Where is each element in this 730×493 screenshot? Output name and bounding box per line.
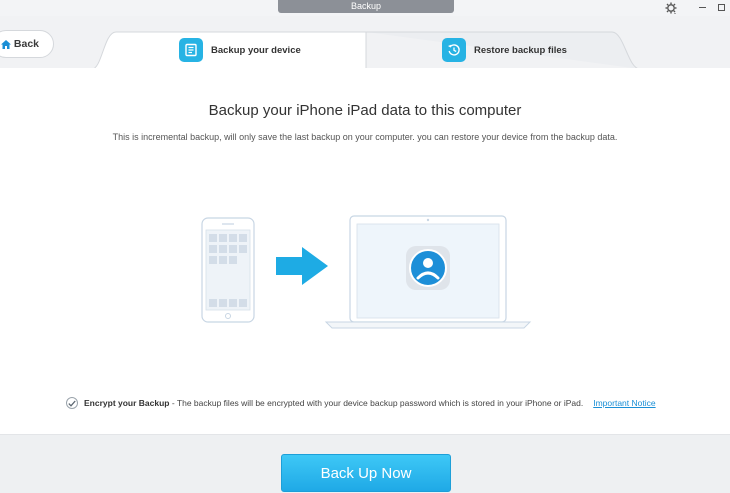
backup-doc-icon <box>179 38 203 62</box>
page-description: This is incremental backup, will only sa… <box>112 132 618 142</box>
encrypt-checkbox[interactable] <box>66 397 78 409</box>
checkmark-icon <box>68 400 76 407</box>
back-label: Back <box>13 38 39 50</box>
back-up-now-button[interactable]: Back Up Now <box>281 454 451 492</box>
transfer-arrow-icon <box>276 247 328 285</box>
title-bar: Backup <box>0 0 730 16</box>
main-panel: Backup your iPhone iPad data to this com… <box>0 68 730 434</box>
back-button[interactable]: Back <box>0 30 54 58</box>
restore-clock-icon <box>442 38 466 62</box>
page-heading: Backup your iPhone iPad data to this com… <box>208 102 522 119</box>
maximize-icon <box>717 4 725 11</box>
tab-backup-label: Backup your device <box>211 44 301 56</box>
minimize-icon <box>698 7 706 8</box>
tab-restore-label: Restore backup files <box>474 44 567 56</box>
encrypt-description: - The backup files will be encrypted wit… <box>169 398 584 408</box>
settings-gear-icon[interactable] <box>664 1 678 14</box>
maximize-button[interactable] <box>714 1 728 14</box>
minimize-button[interactable] <box>695 1 709 14</box>
footer-bar: Back Up Now <box>0 434 730 493</box>
window-title: Backup <box>278 0 454 13</box>
tab-restore-files[interactable]: Restore backup files <box>442 32 567 68</box>
important-notice-link[interactable]: Important Notice <box>593 398 655 408</box>
encrypt-title: Encrypt your Backup <box>84 398 170 408</box>
tab-backup-device[interactable]: Backup your device <box>179 32 301 68</box>
encrypt-option: Encrypt your Backup - The backup files w… <box>66 397 656 409</box>
backup-illustration <box>201 215 532 329</box>
app-logo-icon <box>406 246 450 290</box>
phone-icon <box>201 217 255 323</box>
tab-strip: Back Backup your device Restore backup f… <box>0 16 730 70</box>
home-icon <box>0 39 11 49</box>
